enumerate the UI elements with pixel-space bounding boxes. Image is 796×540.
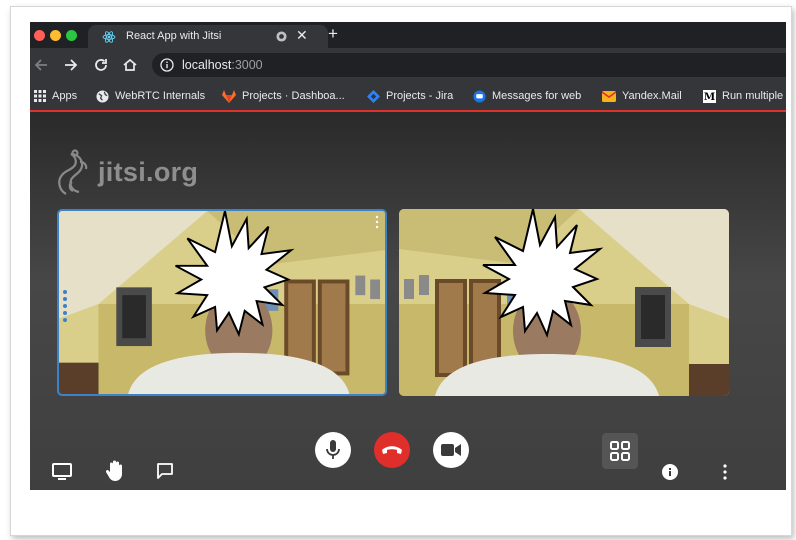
info-icon[interactable] <box>662 464 678 480</box>
tile-menu-icon[interactable] <box>374 215 380 229</box>
bookmark-apps[interactable]: Apps <box>34 89 77 103</box>
microphone-icon <box>326 440 340 459</box>
home-icon[interactable] <box>121 56 139 74</box>
bookmark-label: WebRTC Internals <box>115 90 206 102</box>
recording-indicator-icon <box>276 31 287 42</box>
bookmark-yandex-mail[interactable]: Yandex.Mail <box>602 89 682 103</box>
local-video-feed <box>59 211 385 394</box>
hangup-icon <box>382 446 402 454</box>
screen-share-icon[interactable] <box>52 463 72 481</box>
bookmark-label: Apps <box>52 90 78 102</box>
url-port: :3000 <box>231 58 263 72</box>
bookmarks-bar: Apps WebRTC Internals Projects · Dashboa… <box>30 82 786 112</box>
tab-react-app[interactable]: React App with Jitsi ✕ <box>88 25 328 48</box>
medium-icon: M <box>703 89 716 103</box>
back-arrow-icon[interactable] <box>32 56 50 74</box>
bookmark-label: Yandex.Mail <box>622 90 682 102</box>
jitsi-logo-icon <box>58 149 88 195</box>
svg-text:M: M <box>704 91 715 103</box>
messages-icon <box>473 89 486 103</box>
url-host: localhost <box>182 58 232 72</box>
url-text: localhost:3000 <box>182 58 263 72</box>
bookmark-label: Projects · Dashboa... <box>242 90 345 102</box>
tab-close-icon[interactable]: ✕ <box>296 28 308 42</box>
gitlab-icon <box>222 89 236 103</box>
audio-level-indicator-icon <box>63 290 67 322</box>
camera-button[interactable] <box>433 432 469 468</box>
remote-video-feed <box>399 209 729 396</box>
bookmark-label: Messages for web <box>492 90 582 102</box>
maximize-window-button[interactable] <box>66 30 77 41</box>
camera-icon <box>441 444 461 456</box>
browser-toolbar: localhost:3000 <box>30 48 786 82</box>
meeting-stage: jitsi.org <box>30 112 786 490</box>
watermark-text: jitsi.org <box>98 156 199 187</box>
participant-tile-local[interactable] <box>57 209 387 396</box>
tab-strip: React App with Jitsi ✕ + <box>30 22 786 48</box>
bookmark-label: Run multiple <box>722 90 784 102</box>
tile-view-button[interactable] <box>602 433 638 469</box>
new-tab-button[interactable]: + <box>328 25 338 43</box>
bookmark-webrtc-internals[interactable]: WebRTC Internals <box>96 89 205 103</box>
forward-arrow-icon[interactable] <box>62 56 80 74</box>
chat-icon[interactable] <box>156 462 174 480</box>
minimize-window-button[interactable] <box>50 30 61 41</box>
reload-icon[interactable] <box>92 56 110 74</box>
address-bar[interactable]: localhost:3000 <box>152 53 786 77</box>
site-info-icon[interactable] <box>160 58 174 72</box>
tile-view-icon <box>610 441 630 461</box>
apps-grid-icon <box>34 90 46 102</box>
more-options-icon[interactable] <box>722 464 728 480</box>
raise-hand-icon[interactable] <box>106 460 124 482</box>
hangup-button[interactable] <box>374 432 410 468</box>
jira-icon <box>367 89 380 103</box>
bookmark-run-multiple[interactable]: M Run multiple <box>703 89 783 103</box>
bookmark-label: Projects - Jira <box>386 90 454 102</box>
tab-title: React App with Jitsi <box>126 30 222 42</box>
bookmark-projects-dashboard[interactable]: Projects · Dashboa... <box>222 89 345 103</box>
microphone-button[interactable] <box>315 432 351 468</box>
jitsi-watermark[interactable]: jitsi.org <box>54 146 198 198</box>
browser-window: React App with Jitsi ✕ + localhost:3000 … <box>30 22 786 490</box>
mail-icon <box>602 90 616 102</box>
close-window-button[interactable] <box>34 30 45 41</box>
bookmark-messages-for-web[interactable]: Messages for web <box>473 89 581 103</box>
react-icon <box>102 31 116 43</box>
globe-icon <box>96 89 109 103</box>
bookmark-projects-jira[interactable]: Projects - Jira <box>367 89 453 103</box>
participant-tile-remote[interactable] <box>399 209 729 396</box>
